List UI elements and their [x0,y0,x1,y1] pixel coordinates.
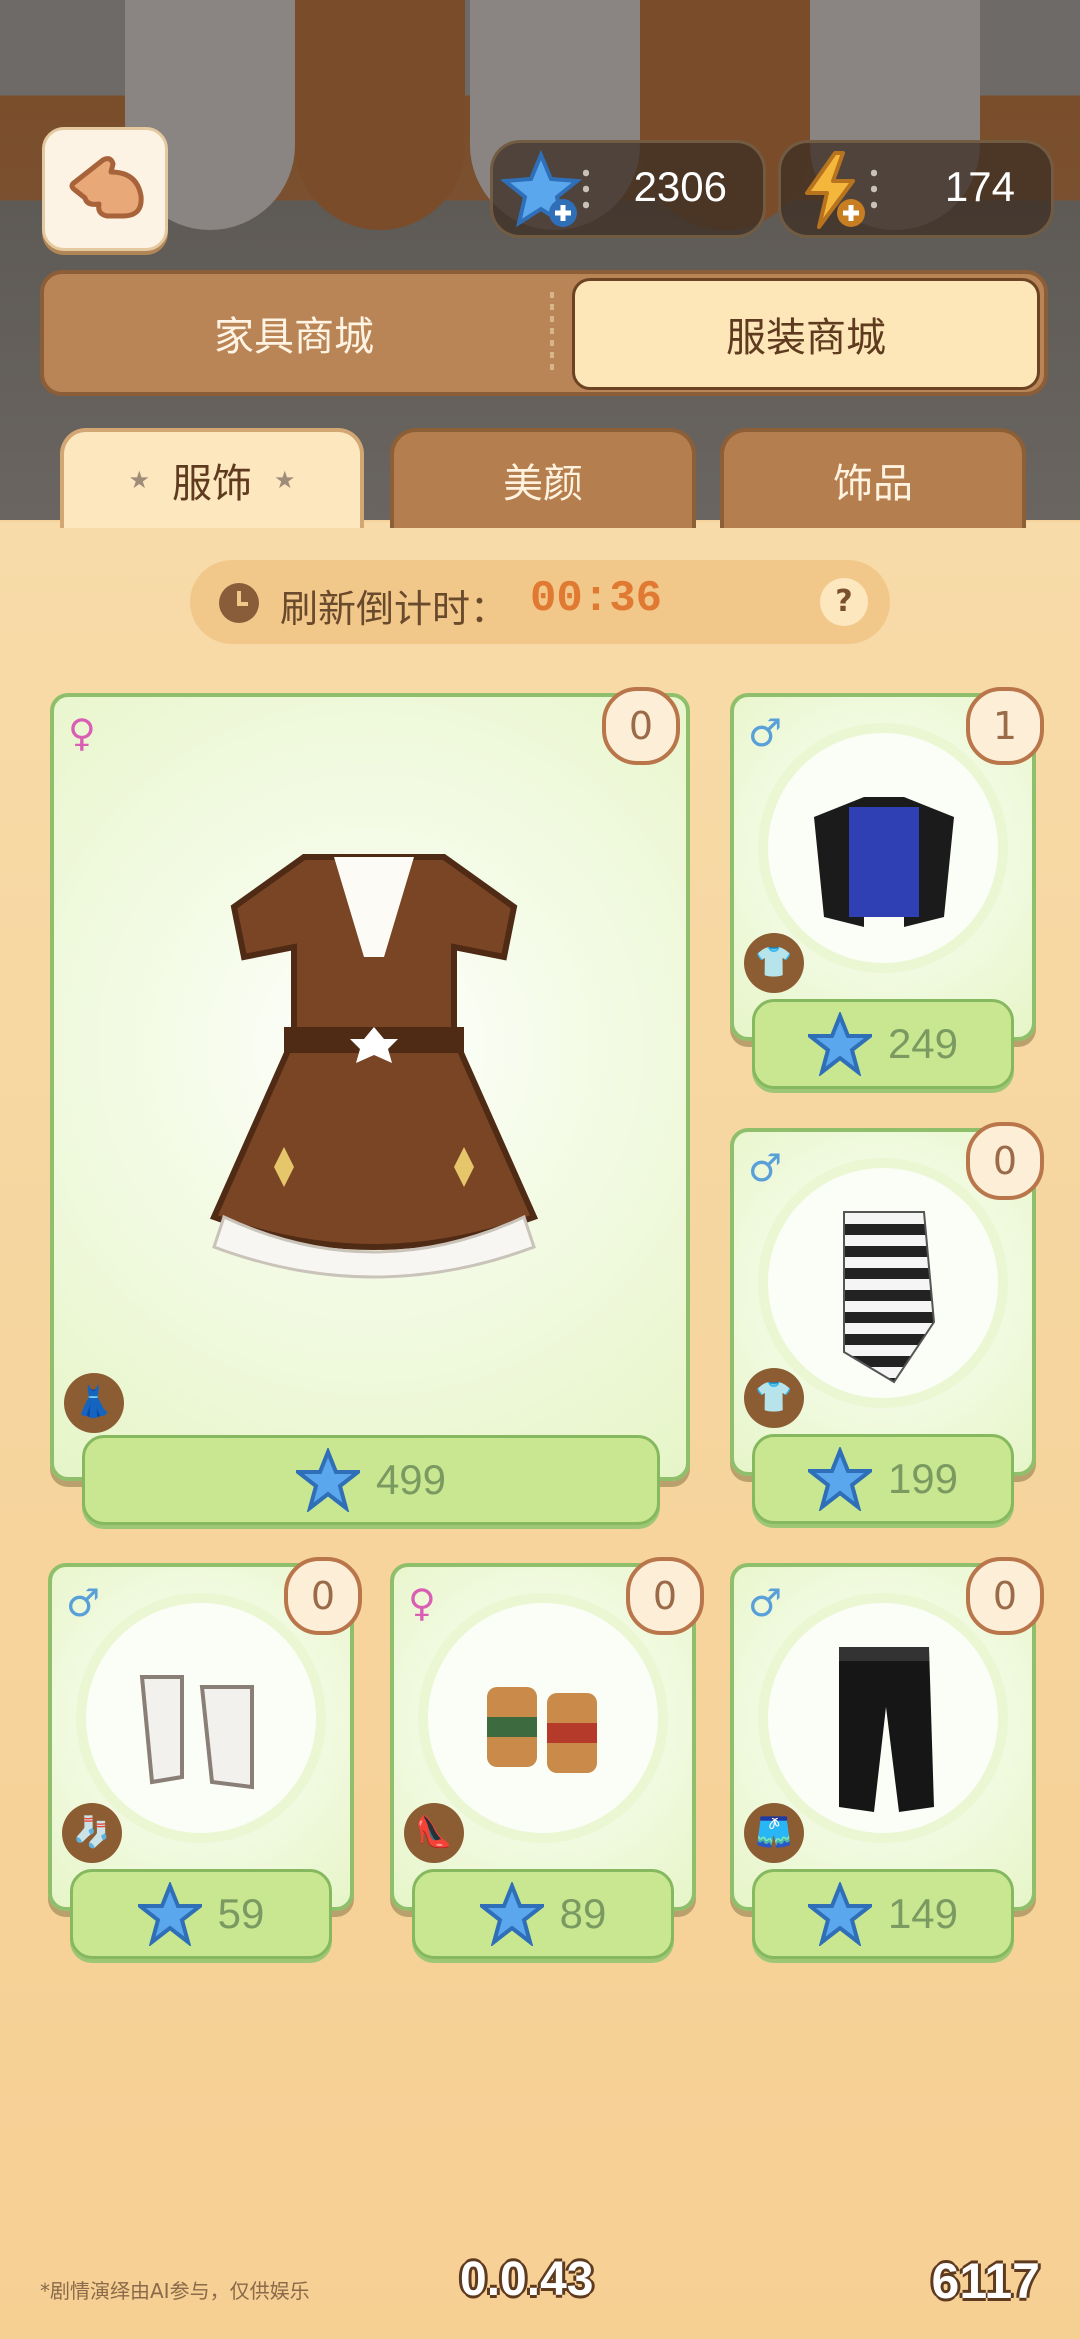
countdown-time: 00:36 [530,574,663,624]
female-icon: ♀ [408,1581,436,1625]
ai-disclaimer: *剧情演绎由AI参与，仅供娱乐 [40,2279,310,2303]
dress-category-icon: 👗 [64,1373,124,1433]
item-card-pants[interactable]: ♂ 🩳 0 149 [730,1557,1044,1959]
buy-button[interactable]: 149 [752,1869,1014,1959]
price-value: 59 [217,1890,265,1937]
striped-top-item-image [843,1211,936,1384]
female-icon: ♀ [68,711,96,755]
gem-icon [137,1882,202,1946]
buy-button[interactable]: 199 [752,1434,1014,1524]
buy-button[interactable]: 499 [82,1435,660,1525]
price-value: 249 [887,1020,959,1067]
item-card-dress[interactable]: ♀ 👗 0 499 [50,687,690,1525]
price-value: 149 [887,1890,959,1937]
dress-item-image [209,854,539,1279]
awning-stripe [295,0,465,230]
owned-count-badge: 0 [966,1122,1044,1200]
add-energy-icon [805,151,865,229]
gem-icon [807,1882,872,1946]
price-value: 89 [559,1890,607,1937]
back-button[interactable] [42,127,168,251]
tab-divider [550,292,554,374]
add-gem-icon [501,149,583,228]
gem-icon [807,1447,872,1511]
item-card-socks[interactable]: ♂ 🧦 0 59 [48,1557,362,1959]
version-label: 0.0.43 [460,2253,594,2306]
owned-count-badge: 0 [966,1557,1044,1635]
pants-item-image [839,1647,934,1812]
gem-icon [479,1882,544,1946]
gem-counter[interactable]: 2306 [490,140,766,238]
male-icon: ♂ [748,1581,783,1625]
energy-count: 174 [944,163,1015,210]
owned-count-badge: 0 [602,687,680,765]
male-icon: ♂ [66,1581,101,1625]
socks-category-icon: 🧦 [62,1803,122,1863]
gem-count: 2306 [633,163,727,210]
tab-furniture-store[interactable]: 家具商城 [44,274,544,392]
buy-button[interactable]: 249 [752,999,1014,1089]
tab-apparel[interactable]: ★ 服饰 ★ [60,428,364,528]
store-tabs: 家具商城 服装商城 [40,270,1048,396]
user-id-label: 6117 [931,2253,1040,2309]
price-value: 499 [375,1456,447,1503]
star-icon: ★ [274,466,296,494]
energy-counter[interactable]: 174 [778,140,1054,238]
tab-beauty[interactable]: 美颜 [390,428,696,528]
socks-item-image [139,1675,254,1790]
refresh-countdown: 刷新倒计时： 00:36 ? [190,560,890,644]
sandals-item-image [487,1687,597,1773]
gem-icon [295,1448,360,1512]
divider [871,165,877,213]
top-category-icon: 👕 [744,1368,804,1428]
tab-clothing-store[interactable]: 服装商城 [572,278,1040,390]
tab-accessories[interactable]: 饰品 [720,428,1026,528]
tab-accessories-label: 饰品 [833,461,913,507]
owned-count-badge: 0 [284,1557,362,1635]
divider [583,165,589,213]
pants-category-icon: 🩳 [744,1803,804,1863]
back-arrow-icon [69,156,144,219]
price-value: 199 [887,1455,959,1502]
shoes-category-icon: 👠 [404,1803,464,1863]
star-icon: ★ [128,466,150,494]
item-card-striped-top[interactable]: ♂ 👕 0 199 [730,1122,1044,1524]
clock-icon [219,583,259,623]
gem-icon [807,1012,872,1076]
item-card-sandals[interactable]: ♀ 👠 0 89 [390,1557,704,1959]
tab-beauty-label: 美颜 [503,461,583,507]
item-card-jacket[interactable]: ♂ 👕 1 249 [730,687,1044,1089]
help-button[interactable]: ? [820,578,868,626]
buy-button[interactable]: 59 [70,1869,332,1959]
tab-apparel-label: 服饰 [172,461,252,507]
jacket-item-image [814,797,954,927]
owned-count-badge: 1 [966,687,1044,765]
male-icon: ♂ [748,711,783,755]
male-icon: ♂ [748,1146,783,1190]
top-category-icon: 👕 [744,933,804,993]
owned-count-badge: 0 [626,1557,704,1635]
buy-button[interactable]: 89 [412,1869,674,1959]
countdown-label: 刷新倒计时： [280,587,509,631]
